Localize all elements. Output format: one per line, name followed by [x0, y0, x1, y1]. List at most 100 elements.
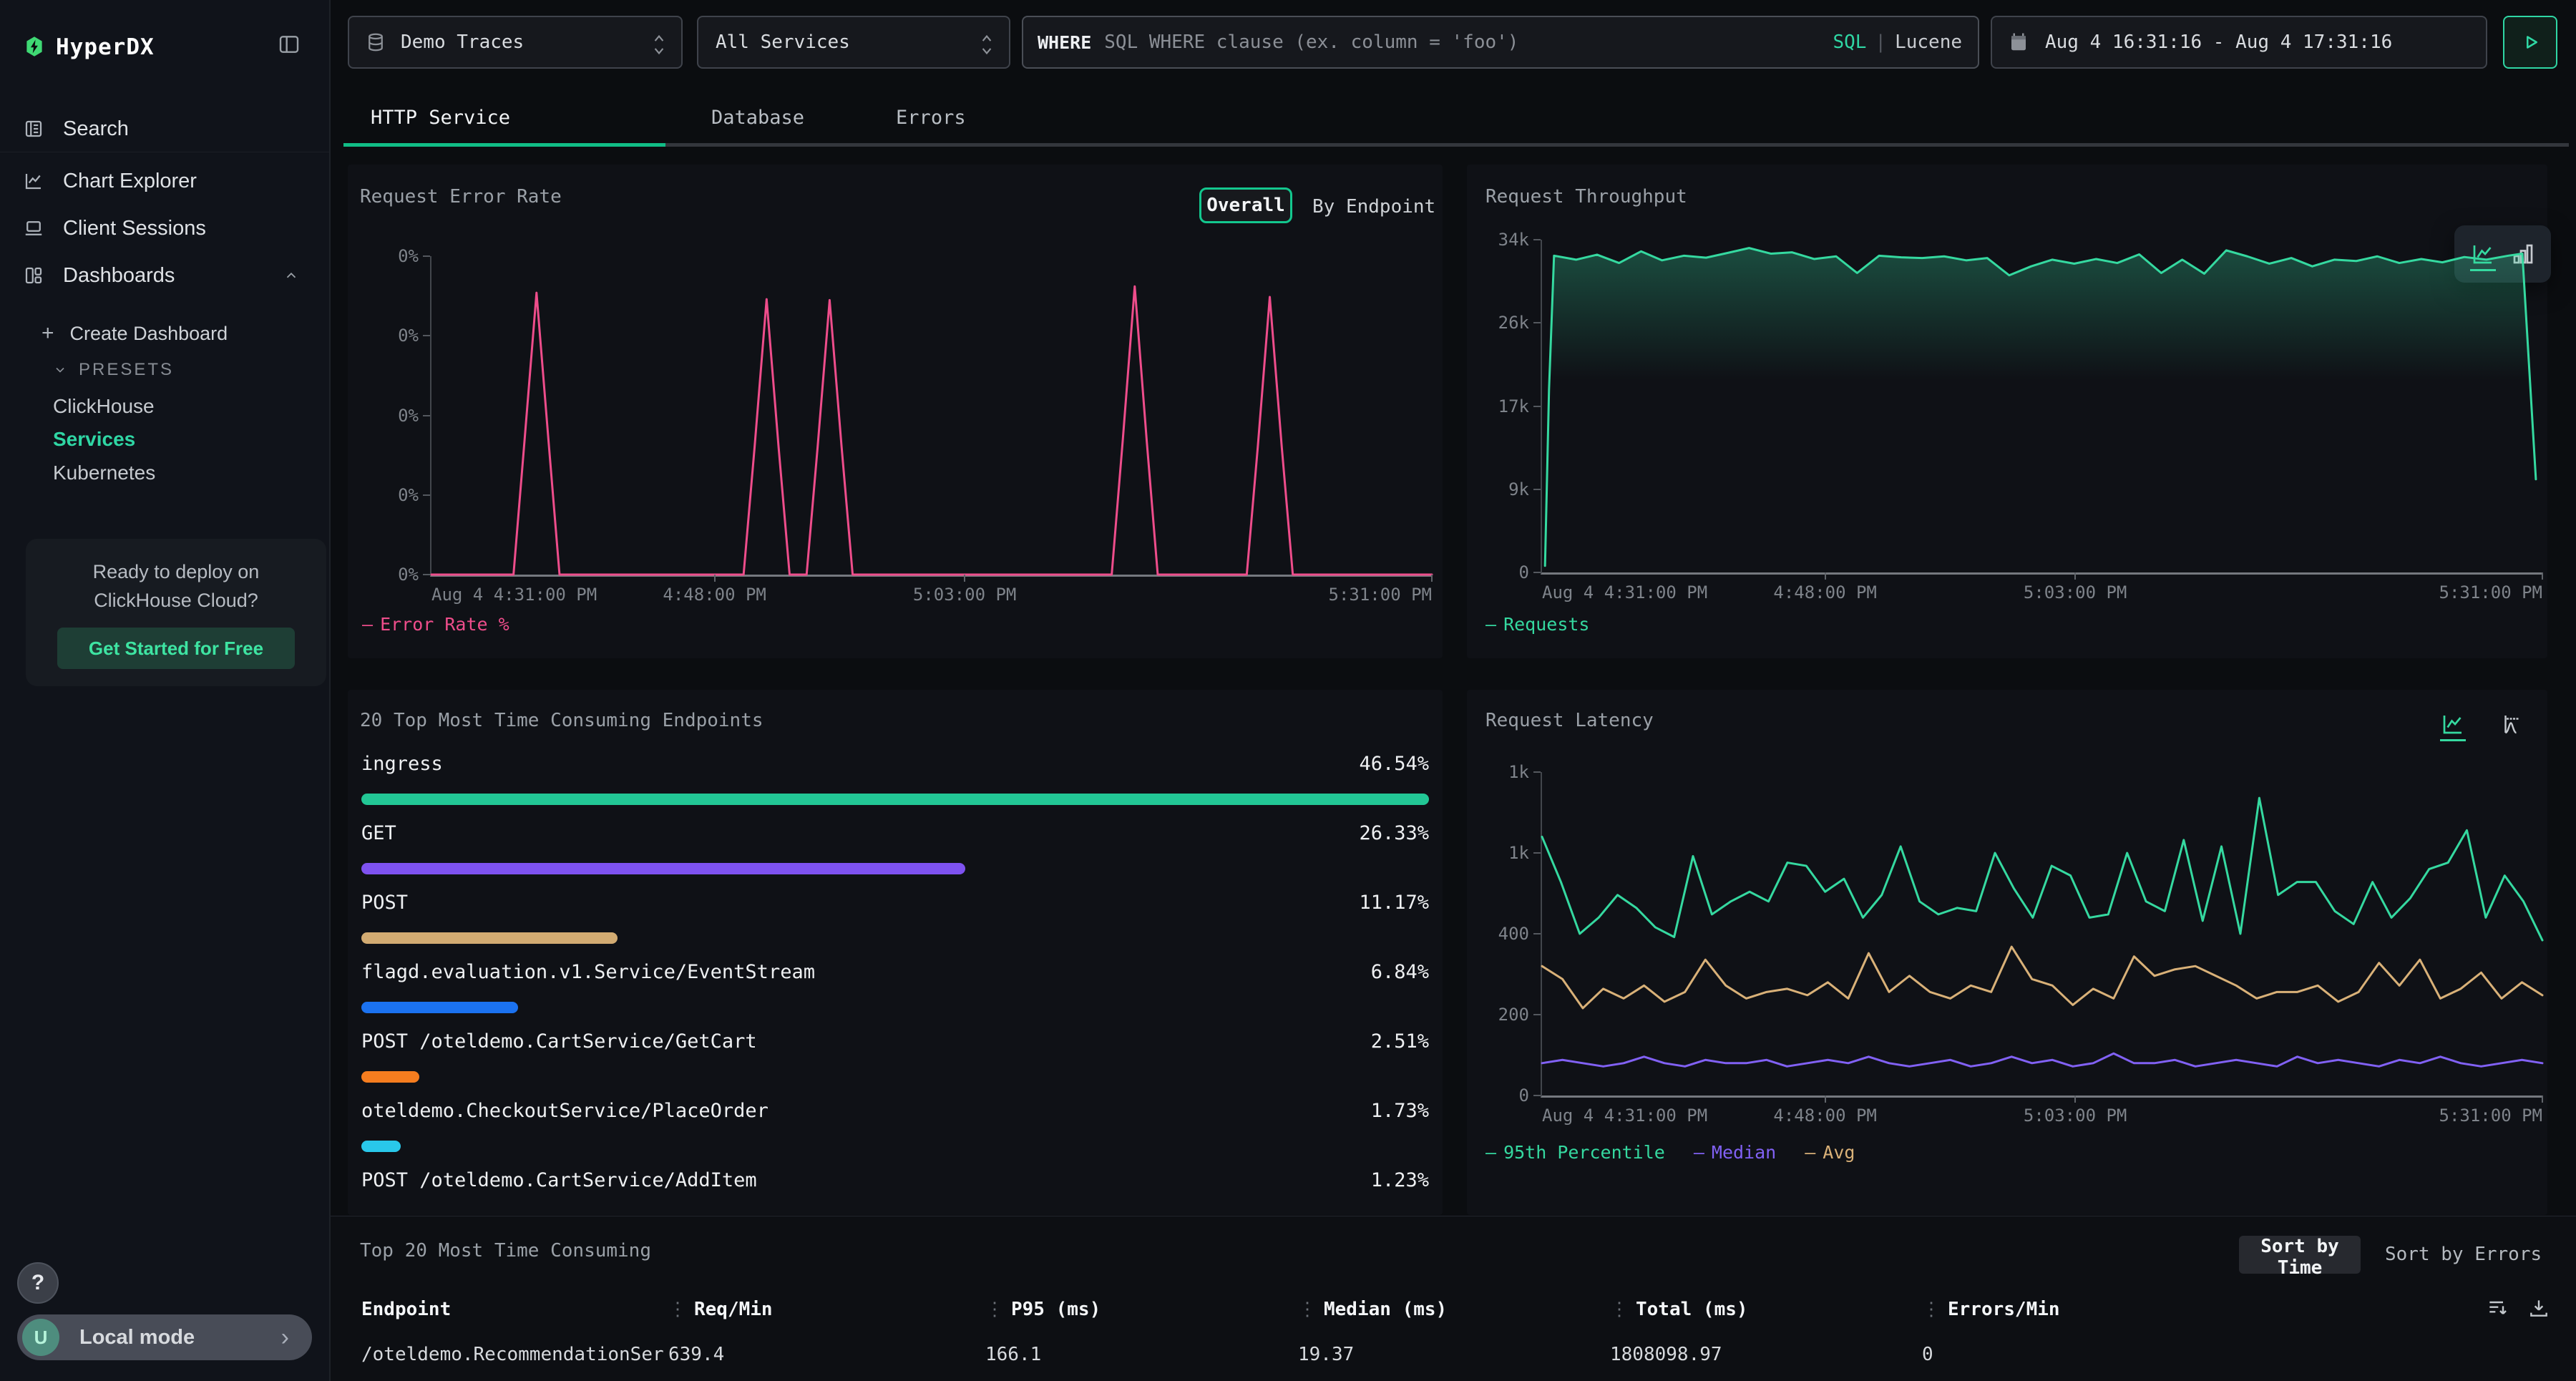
table-cell: 1808098.97 [1610, 1344, 1911, 1365]
panel-title: 20 Top Most Time Consuming Endpoints [360, 710, 763, 731]
source-select[interactable]: Demo Traces [348, 16, 683, 69]
y-axis-tick: 0% [398, 485, 419, 505]
x-axis-tick-mark [1431, 575, 1433, 582]
endpoint-label: POST [361, 892, 408, 914]
y-axis-tick-mark [1533, 406, 1541, 407]
column-header-label: Req/Min [694, 1299, 773, 1320]
legend-label: 95th Percentile [1503, 1142, 1665, 1163]
column-header-total-ms-[interactable]: ⋮Total (ms) [1610, 1299, 1911, 1320]
column-settings-icon[interactable] [2486, 1297, 2509, 1319]
endpoint-row[interactable]: oteldemo.CheckoutService/PlaceOrder1.73% [361, 1100, 1429, 1169]
hyperdx-app: HyperDX Search Chart Explorer Client Ses… [0, 0, 2576, 1381]
column-header-p95-ms-[interactable]: ⋮P95 (ms) [985, 1299, 1286, 1320]
user-mode-label: Local mode [79, 1326, 195, 1350]
tab-rail [343, 143, 2569, 147]
database-icon [365, 31, 386, 53]
sidebar-item-dashboards[interactable]: Dashboards [0, 255, 329, 296]
endpoint-row[interactable]: POST11.17% [361, 892, 1429, 961]
user-menu[interactable]: U Local mode › [17, 1314, 312, 1360]
x-axis-tick: Aug 4 4:31:00 PM [1542, 582, 1707, 602]
x-axis-tick: 5:03:00 PM [2024, 1106, 2127, 1126]
y-axis-tick: 9k [1508, 479, 1529, 499]
y-axis-tick-mark [1533, 489, 1541, 490]
sidebar-preset-kubernetes[interactable]: Kubernetes [0, 456, 329, 490]
endpoint-percent-value: 26.33% [1359, 822, 1429, 844]
tab-errors[interactable]: Errors [850, 92, 1012, 143]
time-range-value: Aug 4 16:31:16 - Aug 4 17:31:16 [2045, 31, 2392, 53]
column-header-req-min[interactable]: ⋮ Req/Min [668, 1299, 969, 1320]
help-button[interactable]: ? [17, 1262, 59, 1304]
y-axis-tick: 1k [1508, 762, 1529, 782]
get-started-button[interactable]: Get Started for Free [57, 628, 295, 669]
column-drag-handle-icon: ⋮ [1298, 1299, 1317, 1320]
histogram-chart-type-button[interactable] [2500, 711, 2526, 737]
table-actions [2486, 1297, 2550, 1319]
create-dashboard-label: Create Dashboard [70, 323, 228, 345]
promo-text-line2: ClickHouse Cloud? [26, 586, 326, 615]
overall-toggle-button[interactable]: Overall [1199, 187, 1292, 223]
y-axis-tick-mark [1533, 572, 1541, 573]
x-axis-tick: 5:31:00 PM [2439, 1106, 2543, 1126]
x-axis-tick-mark [1825, 572, 1826, 580]
y-axis-tick-mark [423, 335, 430, 336]
column-header-errors-min[interactable]: ⋮Errors/Min [1922, 1299, 2280, 1320]
legend-item-median: —Median [1694, 1142, 1776, 1163]
x-axis-tick: Aug 4 4:31:00 PM [1542, 1106, 1707, 1126]
x-axis-tick: 5:31:00 PM [1329, 585, 1433, 605]
sidebar-preset-clickhouse[interactable]: ClickHouse [0, 389, 329, 424]
tab-database[interactable]: Database [665, 92, 850, 143]
calendar-icon [2008, 31, 2029, 53]
endpoint-row[interactable]: ingress46.54% [361, 753, 1429, 822]
service-select[interactable]: All Services [697, 16, 1010, 69]
sidebar-item-chart-explorer[interactable]: Chart Explorer [0, 161, 329, 201]
tab-http-service[interactable]: HTTP Service [343, 92, 665, 143]
column-drag-handle-icon: ⋮ [668, 1299, 687, 1320]
column-header-median-ms-[interactable]: ⋮ Median (ms) [1298, 1299, 1599, 1320]
endpoint-row[interactable]: flagd.evaluation.v1.Service/EventStream6… [361, 961, 1429, 1030]
request-throughput-panel: Request Throughput 34k26k17k9k0Aug 4 4:3… [1467, 165, 2547, 658]
language-sql-toggle[interactable]: SQL [1833, 31, 1866, 53]
time-range-picker[interactable]: Aug 4 16:31:16 - Aug 4 17:31:16 [1991, 16, 2487, 69]
endpoint-bar [361, 932, 618, 944]
download-icon[interactable] [2527, 1297, 2550, 1319]
sidebar-item-search[interactable]: Search [0, 109, 329, 149]
where-input[interactable] [1104, 31, 1833, 53]
x-axis-tick: 5:03:00 PM [913, 585, 1017, 605]
y-axis-tick-mark [1533, 852, 1541, 854]
top-endpoints-panel: 20 Top Most Time Consuming Endpoints ing… [348, 690, 1443, 1215]
language-lucene-toggle[interactable]: Lucene [1895, 31, 1962, 53]
sidebar-item-label: Client Sessions [63, 217, 206, 240]
sidebar-preset-services[interactable]: Services [0, 422, 329, 457]
y-axis-tick: 0 [1519, 562, 1529, 582]
sidebar-collapse-button[interactable] [276, 33, 302, 57]
endpoint-row[interactable]: POST /oteldemo.CartService/AddItem1.23% [361, 1169, 1429, 1215]
x-axis-tick: Aug 4 4:31:00 PM [431, 585, 597, 605]
throughput-chart: 34k26k17k9k0Aug 4 4:31:00 PM4:48:00 PM5:… [1541, 240, 2542, 575]
run-query-button[interactable] [2503, 16, 2557, 69]
line-chart-type-button[interactable] [2440, 711, 2466, 737]
series-line-error-rate-% [431, 286, 1432, 575]
column-header-label: Median (ms) [1324, 1299, 1447, 1320]
column-drag-handle-icon: ⋮ [1610, 1299, 1629, 1320]
x-axis-tick-mark [2542, 572, 2543, 580]
series-line-median [1542, 1053, 2542, 1066]
by-endpoint-toggle[interactable]: By Endpoint [1312, 196, 1435, 218]
search-logs-icon [23, 118, 44, 140]
y-axis-tick: 400 [1498, 924, 1529, 944]
y-axis-tick: 17k [1498, 396, 1529, 416]
column-header-endpoint[interactable]: Endpoint [361, 1299, 665, 1320]
endpoint-row[interactable]: GET26.33% [361, 822, 1429, 892]
select-carets-icon [977, 31, 996, 54]
chart-type-switcher [2440, 711, 2526, 737]
sort-by-errors-button[interactable]: Sort by Errors [2385, 1244, 2542, 1265]
presets-group-toggle[interactable]: PRESETS [0, 353, 329, 387]
endpoint-row[interactable]: POST /oteldemo.CartService/GetCart2.51% [361, 1030, 1429, 1100]
create-dashboard-button[interactable]: + Create Dashboard [0, 316, 329, 351]
y-axis-tick-mark [423, 494, 430, 496]
tab-label: HTTP Service [371, 107, 510, 129]
chevron-up-icon [283, 268, 299, 283]
sidebar-item-client-sessions[interactable]: Client Sessions [0, 208, 329, 248]
x-axis-tick: 4:48:00 PM [1773, 1106, 1877, 1126]
legend-dash-icon: — [1694, 1142, 1704, 1163]
sort-by-time-button[interactable]: Sort by Time [2239, 1236, 2361, 1274]
